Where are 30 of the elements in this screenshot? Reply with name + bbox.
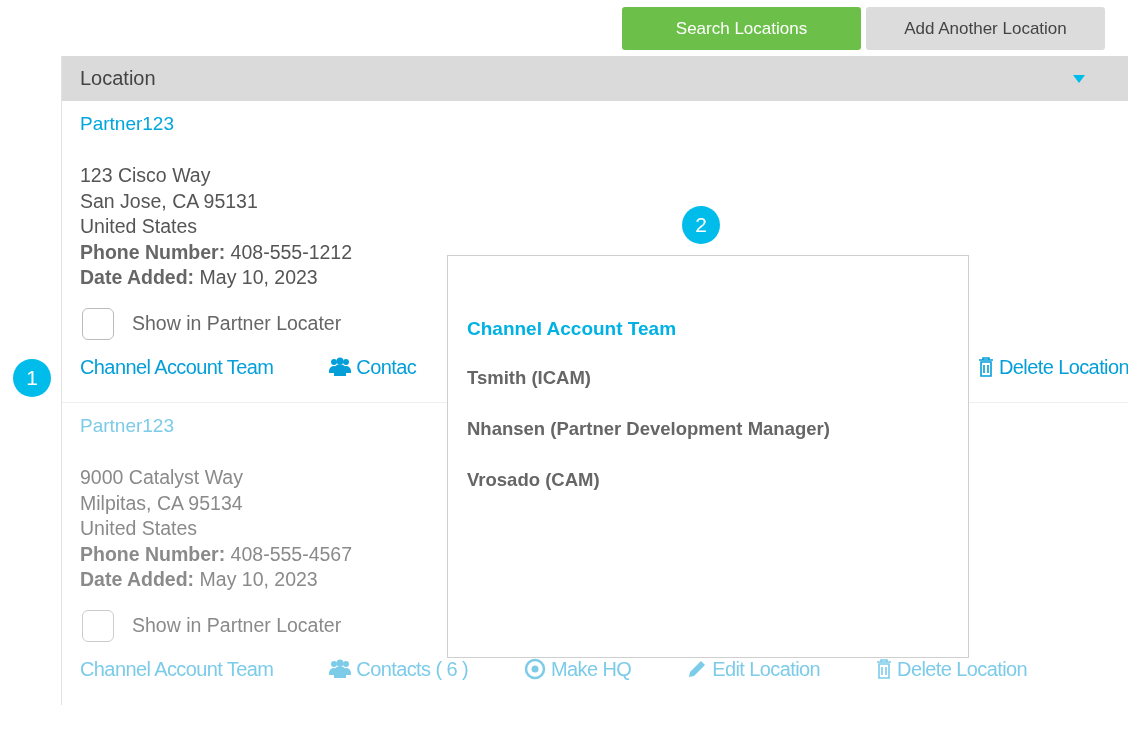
location-name-link[interactable]: Partner123 — [80, 113, 1128, 135]
team-member: Vrosado (CAM) — [467, 469, 601, 491]
address-line: 9000 Catalyst Way — [80, 465, 243, 490]
trash-icon[interactable] — [978, 357, 994, 378]
address-line: Milpitas, CA 95134 — [80, 490, 243, 516]
address-line: San Jose, CA 95131 — [80, 188, 258, 214]
address-line: United States — [80, 516, 198, 542]
delete-link[interactable]: Delete Location — [999, 355, 1128, 379]
callout-badge: 2 — [682, 206, 720, 244]
date-added: Date Added: May 10, 2023 — [80, 567, 318, 593]
panel-header[interactable]: Location — [62, 56, 1128, 101]
date-added: Date Added: May 10, 2023 — [80, 265, 318, 291]
address-line: United States — [80, 214, 198, 240]
callout-badge: 1 — [13, 359, 51, 397]
address-line: 123 Cisco Way — [80, 163, 211, 188]
add-location-button[interactable]: Add Another Location — [866, 7, 1105, 50]
caret-icon[interactable] — [1073, 74, 1085, 83]
checkbox-label: Show in Partner Locater — [132, 614, 342, 638]
phone-number: Phone Number: 408-555-1212 — [80, 239, 353, 265]
team-link[interactable]: Channel Account Team — [80, 355, 274, 379]
people-icon[interactable] — [329, 357, 352, 378]
popup-title: Channel Account Team — [467, 318, 678, 340]
team-member: Nhansen (Partner Development Manager) — [467, 418, 831, 440]
checkbox[interactable] — [82, 307, 114, 340]
checkbox-label: Show in Partner Locater — [132, 312, 342, 336]
team-member: Tsmith (ICAM) — [467, 367, 592, 389]
phone-number: Phone Number: 408-555-4567 — [80, 541, 353, 567]
search-button[interactable]: Search Locations — [622, 7, 861, 50]
contacts-link[interactable]: Contac — [356, 355, 417, 379]
panel-title: Location — [80, 67, 157, 90]
